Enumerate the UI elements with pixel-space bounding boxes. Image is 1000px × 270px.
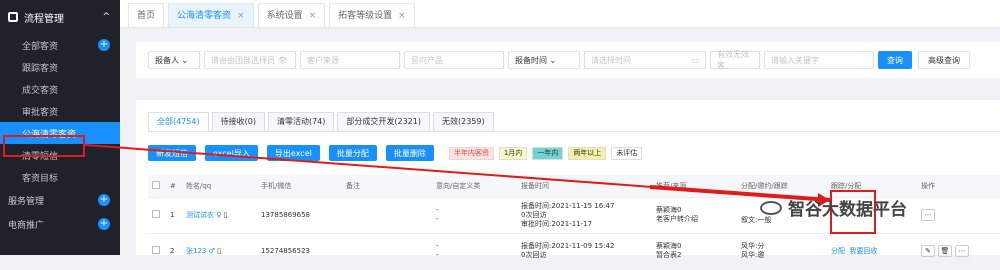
watermark: 智谷大数据平台 <box>760 195 907 220</box>
watermark-text: 智谷大数据平台 <box>788 200 907 220</box>
wechat-icon <box>760 200 782 215</box>
